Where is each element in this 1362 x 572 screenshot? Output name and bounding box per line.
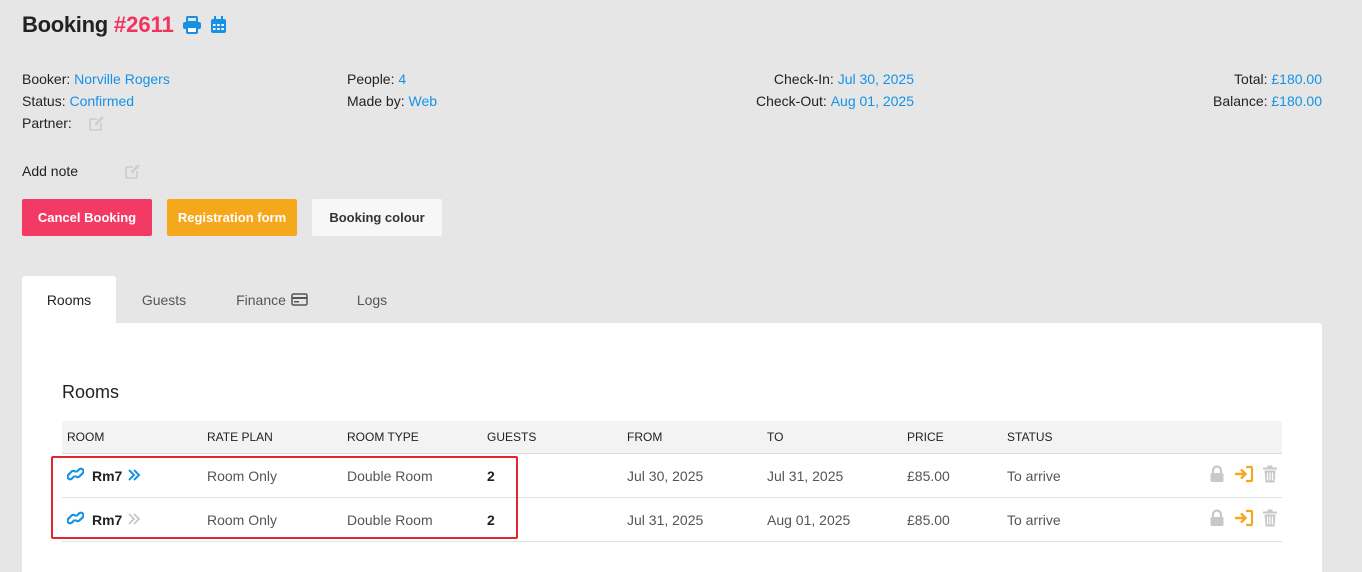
table-header: ROOM RATE PLAN ROOM TYPE GUESTS FROM TO … bbox=[62, 421, 1282, 454]
status-label: Status: bbox=[22, 93, 66, 109]
made-by-label: Made by: bbox=[347, 93, 405, 109]
dates-info: Check-In: Jul 30, 2025 Check-Out: Aug 01… bbox=[700, 68, 914, 112]
col-guests: GUESTS bbox=[487, 430, 537, 444]
partner-label: Partner: bbox=[22, 115, 72, 131]
balance-label: Balance: bbox=[1213, 93, 1268, 109]
col-room-type: ROOM TYPE bbox=[347, 430, 419, 444]
add-note-label: Add note bbox=[22, 163, 79, 179]
people-value[interactable]: 4 bbox=[398, 68, 406, 90]
tab-guests[interactable]: Guests bbox=[116, 276, 212, 323]
booking-colour-button[interactable]: Booking colour bbox=[312, 199, 442, 236]
calendar-icon[interactable] bbox=[210, 16, 227, 34]
rooms-heading: Rooms bbox=[62, 382, 120, 402]
from-cell: Jul 30, 2025 bbox=[627, 467, 704, 484]
check-in-icon[interactable] bbox=[1234, 465, 1254, 486]
print-icon[interactable] bbox=[182, 16, 202, 34]
registration-form-button[interactable]: Registration form bbox=[167, 199, 297, 236]
total-label: Total: bbox=[1234, 71, 1268, 87]
action-buttons: Cancel Booking Registration form Booking… bbox=[22, 199, 442, 236]
status-cell: To arrive bbox=[1007, 467, 1061, 484]
tab-logs[interactable]: Logs bbox=[332, 276, 412, 323]
page-title: Booking bbox=[22, 12, 108, 37]
col-status: STATUS bbox=[1007, 430, 1053, 444]
cancel-booking-button[interactable]: Cancel Booking bbox=[22, 199, 152, 236]
col-from: FROM bbox=[627, 430, 663, 444]
balance-value[interactable]: £180.00 bbox=[1271, 90, 1322, 112]
to-cell: Jul 31, 2025 bbox=[767, 467, 844, 484]
totals-info: Total: £180.00 Balance: £180.00 bbox=[1160, 68, 1322, 112]
col-rate-plan: RATE PLAN bbox=[207, 430, 273, 444]
check-in-icon[interactable] bbox=[1234, 509, 1254, 530]
booker-info: Booker: Norville Rogers Status: Confirme… bbox=[22, 68, 170, 134]
price-cell: £85.00 bbox=[907, 467, 950, 484]
booker-link[interactable]: Norville Rogers bbox=[74, 68, 170, 90]
col-price: PRICE bbox=[907, 430, 944, 444]
col-to: TO bbox=[767, 430, 784, 444]
status-value[interactable]: Confirmed bbox=[69, 90, 134, 112]
lock-icon[interactable] bbox=[1208, 509, 1226, 530]
made-by-value[interactable]: Web bbox=[408, 90, 437, 112]
trash-icon[interactable] bbox=[1262, 465, 1278, 486]
from-cell: Jul 31, 2025 bbox=[627, 511, 704, 528]
highlight-box bbox=[51, 456, 518, 539]
tab-finance-label: Finance bbox=[236, 291, 286, 308]
booker-label: Booker: bbox=[22, 71, 71, 87]
people-label: People: bbox=[347, 71, 395, 87]
booking-header: Booking #2611 bbox=[22, 12, 227, 38]
checkout-value[interactable]: Aug 01, 2025 bbox=[831, 90, 914, 112]
price-cell: £85.00 bbox=[907, 511, 950, 528]
col-room: ROOM bbox=[67, 430, 105, 444]
checkin-value[interactable]: Jul 30, 2025 bbox=[838, 68, 914, 90]
row-actions bbox=[1208, 498, 1278, 541]
edit-note-icon[interactable] bbox=[124, 162, 142, 180]
add-note: Add note bbox=[22, 162, 142, 180]
row-actions bbox=[1208, 454, 1278, 497]
status-cell: To arrive bbox=[1007, 511, 1061, 528]
to-cell: Aug 01, 2025 bbox=[767, 511, 851, 528]
lock-icon[interactable] bbox=[1208, 465, 1226, 486]
tab-bar: Rooms Guests Finance Logs bbox=[22, 276, 412, 323]
booking-number: #2611 bbox=[113, 12, 174, 37]
credit-card-icon bbox=[291, 293, 308, 306]
tab-finance[interactable]: Finance bbox=[212, 276, 332, 323]
people-info: People: 4 Made by: Web bbox=[347, 68, 437, 112]
edit-partner-icon[interactable] bbox=[88, 114, 106, 132]
checkout-label: Check-Out: bbox=[756, 93, 827, 109]
trash-icon[interactable] bbox=[1262, 509, 1278, 530]
tab-rooms[interactable]: Rooms bbox=[22, 276, 116, 323]
total-value[interactable]: £180.00 bbox=[1271, 68, 1322, 90]
checkin-label: Check-In: bbox=[773, 71, 834, 87]
